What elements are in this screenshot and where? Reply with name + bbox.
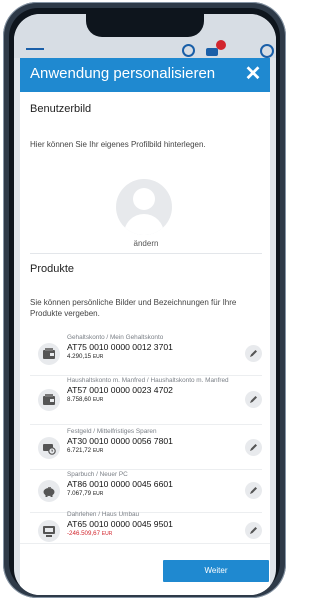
product-iban: AT75 0010 0000 0012 3701 (67, 342, 173, 352)
avatar[interactable] (116, 179, 172, 235)
product-row[interactable]: Festgeld / Mittelfristiges Sparen AT30 0… (30, 428, 262, 470)
product-balance: 6.721,72 (67, 447, 92, 454)
product-subtitle: Sparbuch / Neuer PC (67, 471, 128, 478)
product-currency: EUR (101, 531, 113, 537)
product-balance: -246.509,67 (67, 530, 101, 537)
product-iban: AT57 0010 0000 0023 4702 (67, 385, 173, 395)
change-avatar-link[interactable]: ändern (124, 239, 168, 248)
logout-icon (260, 44, 274, 58)
edit-pencil-icon[interactable] (245, 522, 262, 539)
edit-pencil-icon[interactable] (245, 391, 262, 408)
product-iban: AT30 0010 0000 0056 7801 (67, 436, 173, 446)
product-currency: EUR (92, 397, 104, 403)
dialog-header: Anwendung personalisieren ✕ (20, 58, 270, 92)
app-screen: Anwendung personalisieren ✕ Benutzerbild… (14, 14, 276, 595)
search-icon (182, 44, 195, 57)
savings-clock-icon (38, 437, 60, 459)
wallet-icon (38, 343, 60, 365)
product-subtitle: Haushaltskonto m. Manfred / Haushaltskon… (67, 377, 229, 384)
row-divider (30, 375, 262, 376)
wallet-icon (38, 389, 60, 411)
avatar-head-shape (133, 188, 155, 210)
product-iban: AT86 0010 0000 0045 6601 (67, 479, 173, 489)
product-subtitle: Festgeld / Mittelfristiges Sparen (67, 428, 157, 435)
profile-description: Hier können Sie Ihr eigenes Profilbild h… (30, 140, 206, 149)
edit-pencil-icon[interactable] (245, 439, 262, 456)
notification-badge (216, 40, 226, 50)
product-balance: 4.290,15 (67, 353, 92, 360)
device-notch (86, 14, 204, 37)
next-button[interactable]: Weiter (163, 560, 269, 582)
product-row[interactable]: Gehaltskonto / Mein Gehaltskonto AT75 00… (30, 334, 262, 376)
dialog-footer: Weiter (20, 543, 270, 595)
edit-pencil-icon[interactable] (245, 345, 262, 362)
product-iban: AT65 0010 0000 0045 9501 (67, 519, 173, 529)
product-subtitle: Gehaltskonto / Mein Gehaltskonto (67, 334, 164, 341)
products-description: Sie können persönliche Bilder und Bezeic… (30, 298, 237, 318)
section-divider (30, 253, 262, 254)
dialog-title: Anwendung personalisieren (30, 65, 216, 82)
profile-heading: Benutzerbild (30, 103, 92, 115)
personalize-dialog: Anwendung personalisieren ✕ Benutzerbild… (20, 58, 270, 595)
product-row[interactable]: Sparbuch / Neuer PC AT86 0010 0000 0045 … (30, 471, 262, 513)
product-subtitle: Dahrlehen / Haus Umbau (67, 511, 140, 518)
products-heading: Produkte (30, 263, 75, 275)
product-balance: 7.067,79 (67, 490, 92, 497)
loan-icon (38, 520, 60, 542)
product-currency: EUR (92, 448, 104, 454)
mail-icon (206, 48, 218, 56)
piggy-bank-icon (38, 480, 60, 502)
product-currency: EUR (92, 354, 104, 360)
edit-pencil-icon[interactable] (245, 482, 262, 499)
product-balance: 8.758,60 (67, 396, 92, 403)
row-divider (30, 469, 262, 470)
avatar-body-shape (124, 214, 164, 235)
row-divider (30, 424, 262, 425)
menu-icon (26, 48, 44, 54)
product-currency: EUR (92, 491, 104, 497)
product-row[interactable]: Haushaltskonto m. Manfred / Haushaltskon… (30, 377, 262, 425)
close-icon[interactable]: ✕ (242, 63, 264, 85)
